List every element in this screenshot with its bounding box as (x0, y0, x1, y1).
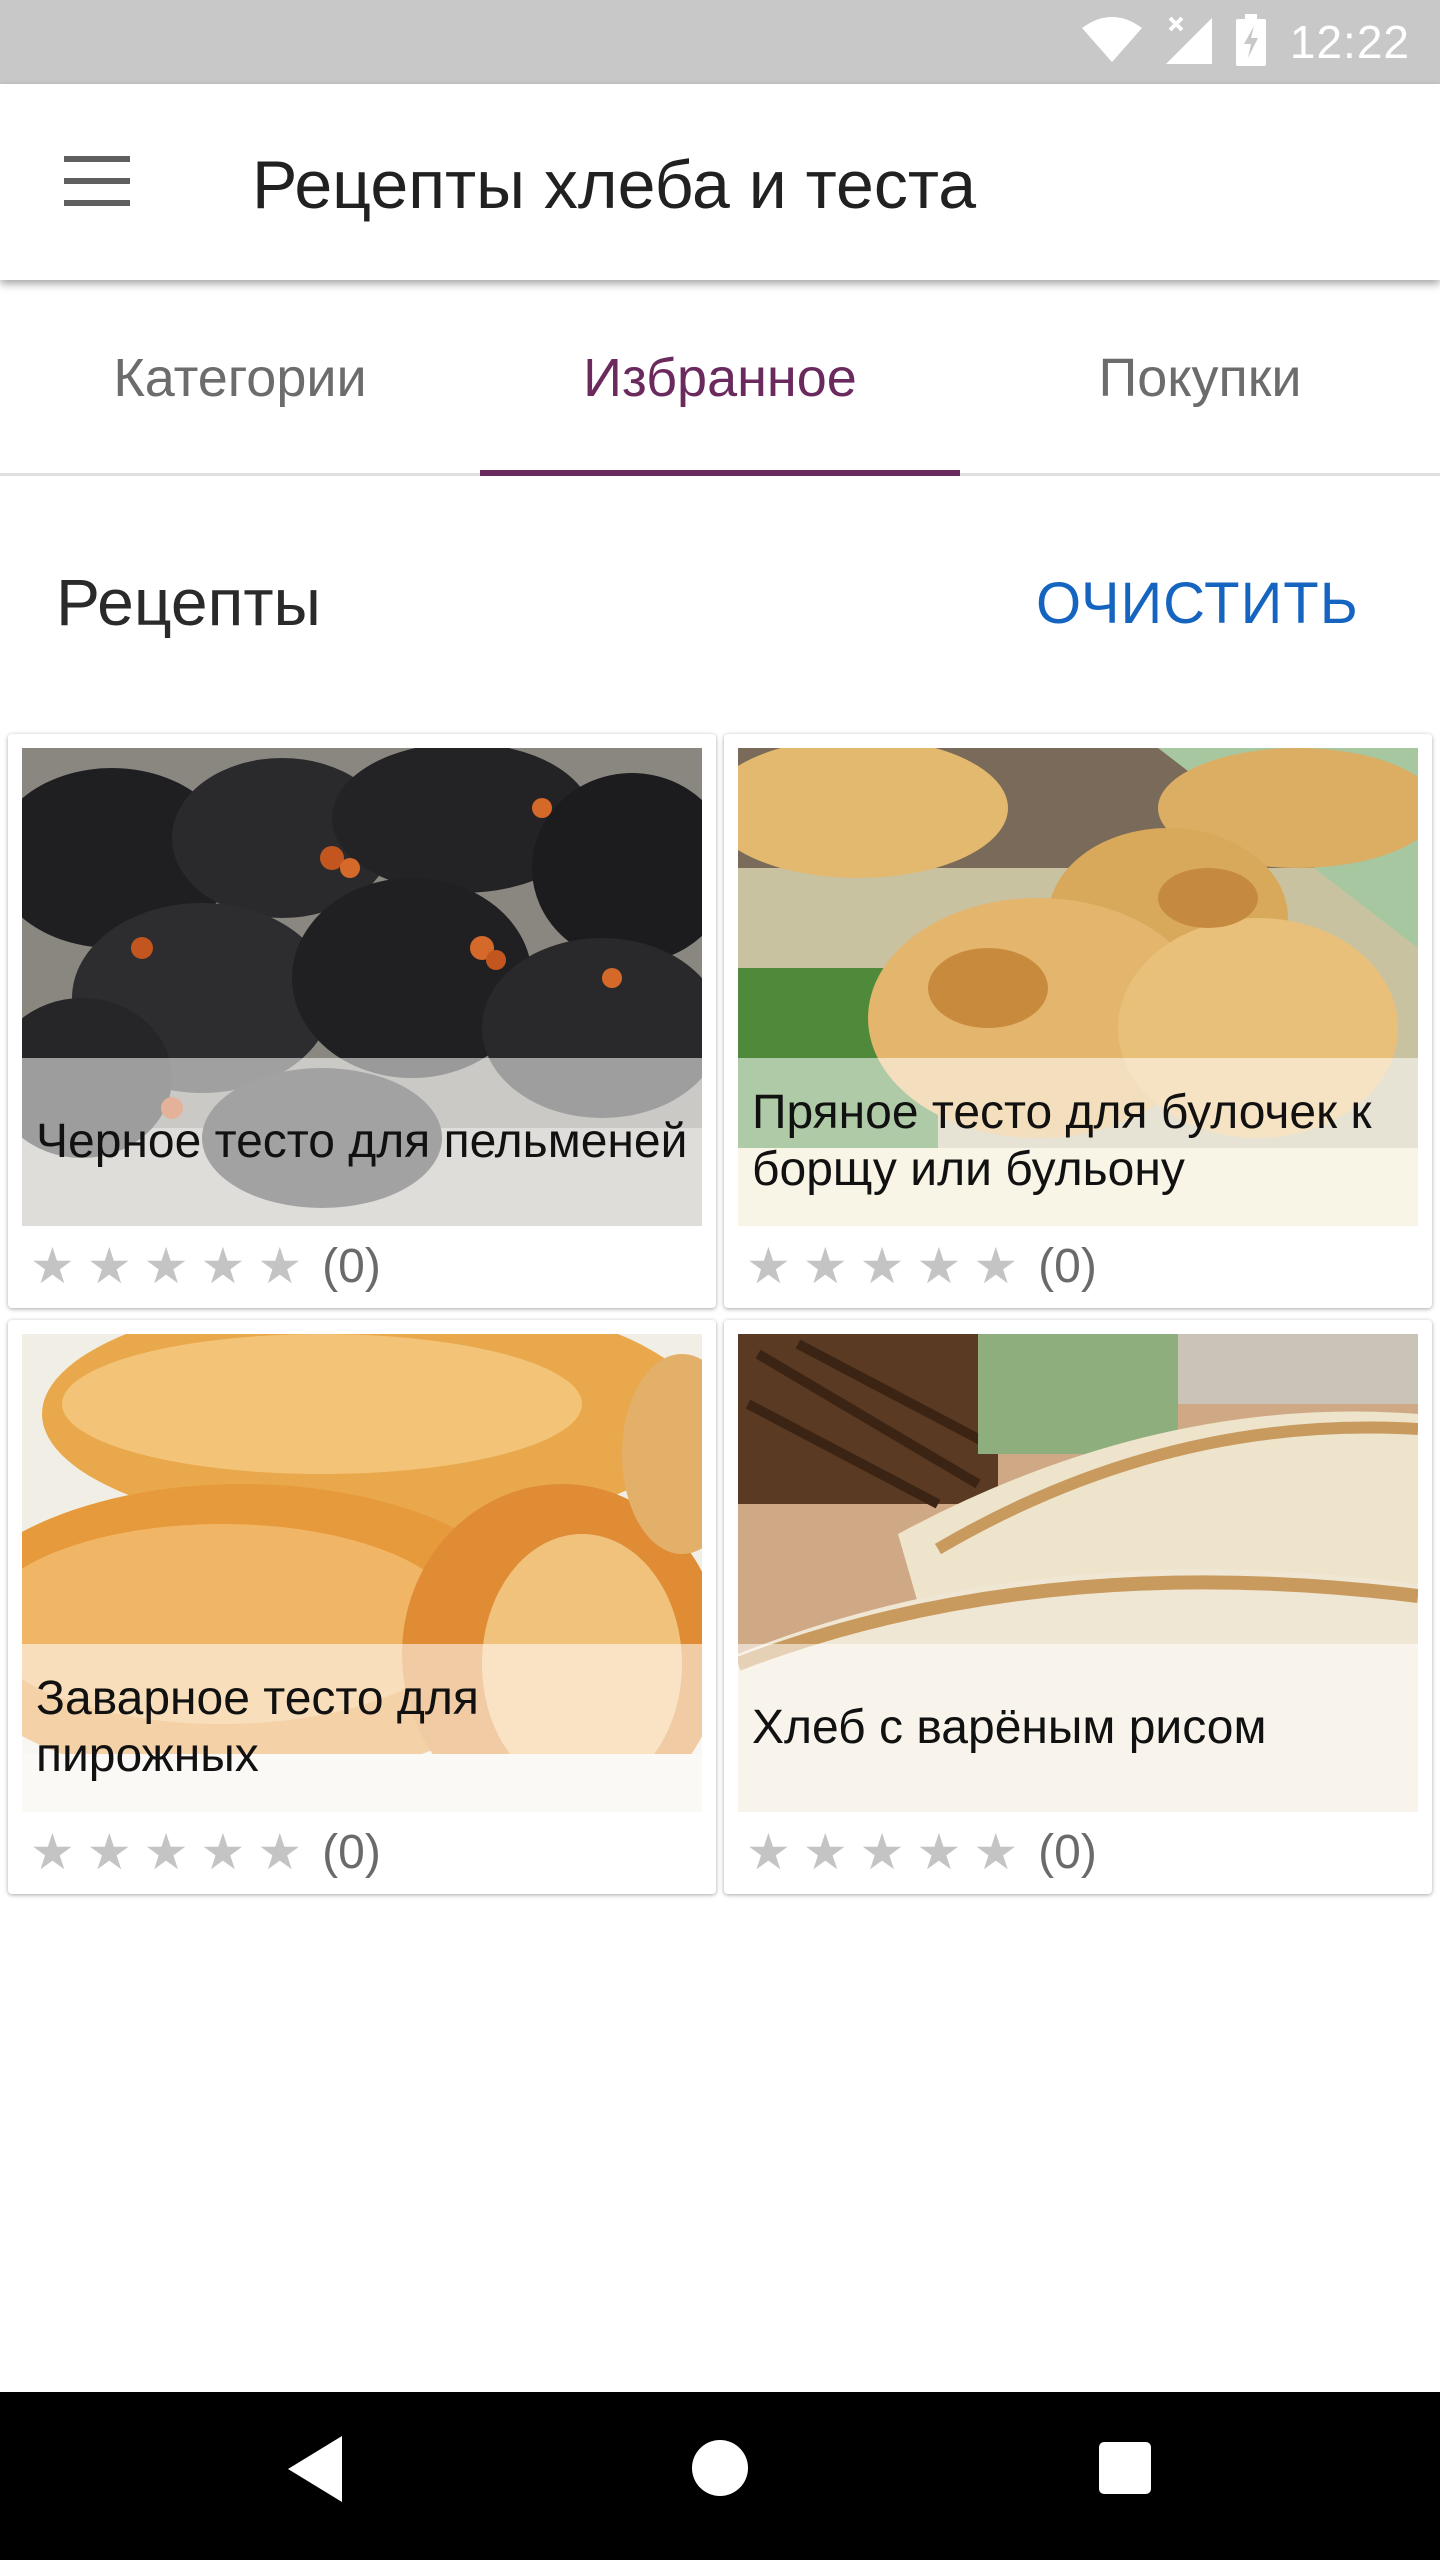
star-icon: ★ (143, 1238, 189, 1294)
star-icon: ★ (746, 1824, 791, 1880)
star-icon: ★ (859, 1824, 905, 1880)
star-icon: ★ (86, 1238, 132, 1294)
tab-categories[interactable]: Категории (0, 280, 480, 476)
recipe-card[interactable]: Хлеб с варёным рисом ★ ★ ★ ★ ★ (0) (724, 1320, 1432, 1894)
star-icon: ★ (859, 1238, 905, 1294)
recipe-card[interactable]: Черное тесто для пельменей ★ ★ ★ ★ ★ (0) (8, 734, 716, 1308)
back-icon[interactable] (288, 2436, 342, 2502)
recipe-title: Пряное тесто для булочек к борщу или бул… (738, 1058, 1418, 1226)
star-icon: ★ (200, 1238, 246, 1294)
app-bar: Рецепты хлеба и теста (0, 84, 1440, 280)
battery-icon (1235, 13, 1266, 71)
star-icon: ★ (916, 1238, 962, 1294)
recipe-image: Заварное тесто для пирожных (22, 1334, 702, 1812)
section-title: Рецепты (56, 565, 321, 639)
rating-count: (0) (322, 1825, 381, 1879)
tab-favorites[interactable]: Избранное (480, 280, 960, 476)
recipe-image: Пряное тесто для булочек к борщу или бул… (738, 748, 1418, 1226)
recipe-image: Черное тесто для пельменей (22, 748, 702, 1226)
star-icon: ★ (973, 1238, 1019, 1294)
star-icon: ★ (200, 1824, 246, 1880)
screen: 12:22 Рецепты хлеба и теста Категории Из… (0, 0, 1440, 2560)
star-icon: ★ (86, 1824, 132, 1880)
wifi-icon (1081, 16, 1142, 69)
app-title: Рецепты хлеба и теста (252, 147, 977, 223)
star-icon: ★ (973, 1824, 1019, 1880)
home-icon[interactable] (692, 2440, 748, 2496)
rating-count: (0) (1038, 1825, 1097, 1879)
star-icon: ★ (802, 1238, 848, 1294)
star-icon: ★ (802, 1824, 848, 1880)
rating: ★ ★ ★ ★ ★ (0) (746, 1820, 1097, 1884)
tab-shopping[interactable]: Покупки (960, 280, 1440, 476)
status-bar: 12:22 (0, 0, 1440, 84)
recipe-card[interactable]: Пряное тесто для булочек к борщу или бул… (724, 734, 1432, 1308)
system-nav-bar (0, 2392, 1440, 2560)
recipe-title: Хлеб с варёным рисом (738, 1644, 1418, 1812)
recipe-title: Черное тесто для пельменей (22, 1058, 702, 1226)
star-icon: ★ (916, 1824, 962, 1880)
clock: 12:22 (1289, 16, 1410, 68)
clear-button[interactable]: ОЧИСТИТЬ (1036, 570, 1359, 637)
hamburger-menu-icon[interactable] (64, 156, 130, 206)
recipe-card[interactable]: Заварное тесто для пирожных ★ ★ ★ ★ ★ (0… (8, 1320, 716, 1894)
rating: ★ ★ ★ ★ ★ (0) (746, 1234, 1097, 1298)
rating: ★ ★ ★ ★ ★ (0) (30, 1234, 381, 1298)
rating-count: (0) (1038, 1239, 1097, 1293)
star-icon: ★ (30, 1238, 75, 1294)
star-icon: ★ (30, 1824, 75, 1880)
star-icon: ★ (257, 1824, 303, 1880)
star-icon: ★ (746, 1238, 791, 1294)
star-icon: ★ (143, 1824, 189, 1880)
recipe-image: Хлеб с варёным рисом (738, 1334, 1418, 1812)
recipe-title: Заварное тесто для пирожных (22, 1644, 702, 1812)
signal-icon (1165, 16, 1212, 69)
rating: ★ ★ ★ ★ ★ (0) (30, 1820, 381, 1884)
star-icon: ★ (257, 1238, 303, 1294)
rating-count: (0) (322, 1239, 381, 1293)
recents-icon[interactable] (1099, 2442, 1151, 2494)
tab-bar: Категории Избранное Покупки (0, 280, 1440, 476)
active-tab-indicator (480, 470, 960, 476)
